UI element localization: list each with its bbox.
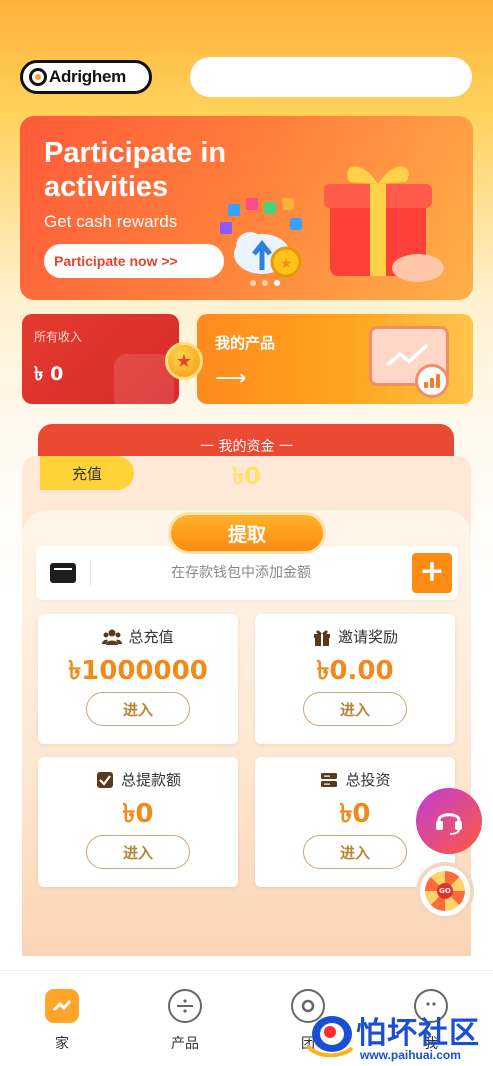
enter-button[interactable]: 进入 [303, 835, 407, 869]
total-income-card[interactable]: 所有收入 ৳ 0 [22, 314, 179, 404]
stat-label: 邀请奖励 [337, 628, 398, 646]
recharge-button[interactable]: 充值 [40, 456, 134, 490]
header: Adrighem [0, 0, 493, 110]
nav-label: 家 [55, 1036, 69, 1052]
pagination-dot-active[interactable] [274, 280, 280, 286]
stat-label: 总提款额 [120, 771, 181, 789]
stat-value: ৳0 [122, 799, 154, 829]
income-value: ৳ 0 [34, 363, 64, 385]
logo-text: Adrighem [49, 67, 126, 86]
banner-subtitle: Get cash rewards [44, 212, 178, 231]
deposit-wallet-bar[interactable]: 在存款钱包中添加金额 + [36, 546, 458, 600]
promo-banner[interactable]: Participate in activities Get cash rewar… [20, 116, 473, 300]
app-logo: Adrighem [20, 60, 152, 94]
home-chart-icon [45, 989, 79, 1023]
invite-reward-card: 邀请奖励 ৳0.00 进入 [255, 614, 455, 744]
total-recharge-card: 总充值 ৳1000000 进入 [38, 614, 238, 744]
withdraw-button[interactable]: 提取 [168, 512, 326, 554]
server-icon [321, 772, 338, 787]
cloud-upload-icon: ★ [220, 198, 302, 278]
enter-button[interactable]: 进入 [86, 835, 190, 869]
users-icon [102, 629, 123, 645]
arrow-right-icon: ⟶ [215, 366, 247, 391]
product-icon [168, 989, 202, 1023]
logo-mark-icon [29, 68, 47, 86]
lucky-wheel-button[interactable]: GO [416, 862, 474, 920]
watermark-url: www.paihuai.com [360, 1048, 461, 1062]
lucky-wheel-icon: GO [425, 871, 465, 911]
star-badge-icon: ★ [165, 342, 203, 380]
watermark: 怕坏社区 www.paihuai.com [300, 1004, 493, 1066]
stat-label: 总充值 [128, 628, 174, 646]
watermark-logo-icon [306, 1016, 354, 1058]
income-label: 所有收入 [34, 330, 83, 344]
my-funds-label: 一 我的资金 一 [200, 439, 293, 455]
my-product-card[interactable]: 我的产品 ⟶ [197, 314, 473, 404]
total-withdraw-card: 总提款额 ৳0 进入 [38, 757, 238, 887]
stat-label: 总投资 [345, 771, 391, 789]
nav-item-home[interactable]: 家 [22, 989, 102, 1053]
svg-text:★: ★ [280, 256, 293, 272]
checkbox-icon [96, 771, 113, 788]
wheel-go-icon: GO [437, 883, 453, 899]
gift-icon [313, 630, 330, 646]
nav-label: 产品 [171, 1036, 199, 1052]
enter-button[interactable]: 进入 [303, 692, 407, 726]
gift-box-icon [324, 166, 444, 282]
customer-service-button[interactable] [416, 788, 482, 854]
wallet-card-icon [50, 563, 76, 583]
search-input[interactable] [190, 57, 472, 97]
banner-title: Participate in activities [44, 137, 227, 203]
headset-icon [436, 813, 462, 835]
deposit-wallet-text: 在存款钱包中添加金额 [171, 565, 311, 581]
add-amount-button[interactable]: + [412, 553, 452, 593]
stat-value: ৳0.00 [316, 656, 394, 686]
nav-item-product[interactable]: 产品 [145, 989, 225, 1053]
stat-value: ৳1000000 [68, 656, 208, 686]
pagination-dot[interactable] [250, 280, 256, 286]
watermark-text: 怕坏社区 [356, 1016, 480, 1051]
participate-button[interactable]: Participate now >> [44, 244, 224, 278]
bar-chart-icon [415, 364, 449, 398]
my-product-title: 我的产品 [215, 334, 276, 352]
enter-button[interactable]: 进入 [86, 692, 190, 726]
banner-pagination [250, 280, 280, 286]
pagination-dot[interactable] [262, 280, 268, 286]
